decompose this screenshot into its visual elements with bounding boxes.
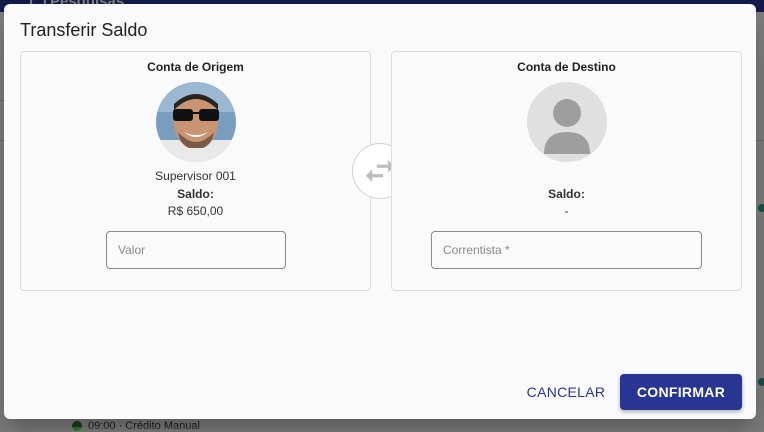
origin-account-card: Conta de Origem Supervisor 001 Saldo: R$…: [20, 51, 371, 291]
origin-balance-label: Saldo:: [177, 187, 214, 201]
amount-input[interactable]: [106, 231, 286, 269]
user-photo-icon: [156, 82, 236, 162]
origin-account-name: Supervisor 001: [155, 169, 236, 183]
destination-balance-label: Saldo:: [548, 187, 585, 201]
account-holder-input[interactable]: [431, 231, 702, 269]
origin-avatar: [156, 82, 236, 162]
destination-balance-value: -: [564, 204, 569, 218]
person-placeholder-icon: [527, 82, 607, 162]
cancel-button[interactable]: CANCELAR: [520, 374, 612, 410]
destination-avatar: [527, 82, 607, 162]
transfer-balance-dialog: Transferir Saldo Conta de Origem Supervi…: [4, 4, 756, 419]
origin-balance-value: R$ 650,00: [167, 204, 224, 218]
origin-account-heading: Conta de Origem: [147, 60, 244, 74]
destination-account-heading: Conta de Destino: [517, 60, 616, 74]
destination-account-card: Conta de Destino Saldo: -: [391, 51, 742, 291]
dialog-title: Transferir Saldo: [20, 20, 148, 40]
confirm-button[interactable]: CONFIRMAR: [620, 374, 742, 410]
